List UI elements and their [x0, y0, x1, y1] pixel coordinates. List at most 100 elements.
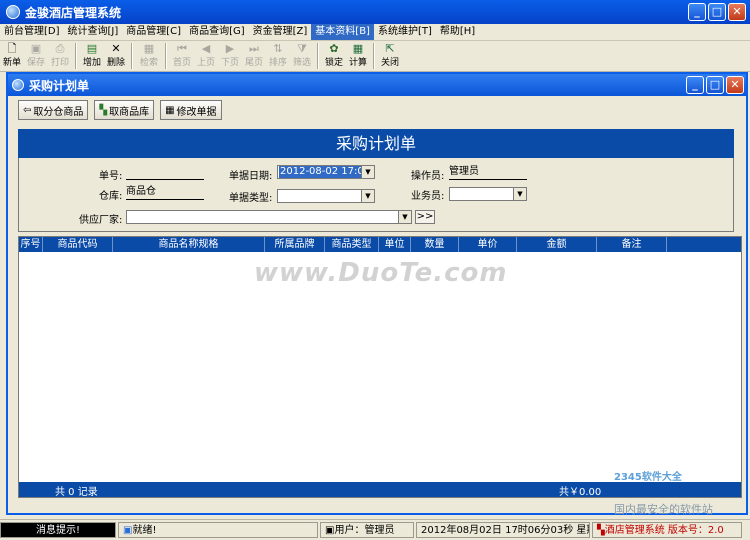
doc-date-value: 2012-08-02 17:05 — [279, 166, 372, 178]
printer-icon: ⎙ — [55, 42, 65, 55]
datetime-panel: 2012年08月02日 17时06分03秒 星期四 — [416, 522, 590, 538]
first-page-icon: ⏮ — [177, 42, 187, 55]
doc-no-field[interactable] — [126, 165, 204, 180]
operator-label: 操作员: — [411, 171, 445, 182]
child-title: 采购计划单 — [29, 78, 90, 93]
next-page-icon: ▶ — [225, 42, 235, 55]
column-header[interactable]: 序号 — [19, 237, 43, 252]
message-panel[interactable]: 消息提示! — [0, 522, 116, 538]
version-panel: ▚酒店管理系统 版本号：2.0 — [592, 522, 742, 538]
column-header[interactable]: 单位 — [379, 237, 411, 252]
column-header[interactable]: 单价 — [459, 237, 517, 252]
menu-goods-query[interactable]: 商品查询[G] — [185, 24, 249, 40]
warehouse-field[interactable]: 商品仓 — [126, 185, 204, 200]
chevron-down-icon[interactable]: ▼ — [398, 211, 411, 223]
supplier-label: 供应厂家: — [79, 215, 123, 226]
doc-date-label: 单据日期: — [229, 171, 273, 182]
filter-button[interactable]: ⧩ 筛选 — [290, 41, 314, 71]
calculator-icon: ▦ — [352, 42, 364, 55]
watermark-duote: www.DuoTe.com — [254, 258, 508, 288]
calc-button[interactable]: ▦ 计算 — [346, 41, 370, 71]
next-page-button[interactable]: ▶ 下页 — [218, 41, 242, 71]
get-branch-goods-button[interactable]: ⇦ 取分仓商品 — [18, 100, 89, 120]
edit-document-button[interactable]: ▦ 修改单据 — [160, 100, 222, 120]
exit-icon: ⇱ — [385, 42, 395, 55]
doc-date-picker[interactable]: 2012-08-02 17:05 ▼ — [277, 165, 375, 179]
close-window-button[interactable]: ⇱ 关闭 — [378, 41, 402, 71]
doc-type-select[interactable]: ▼ — [277, 189, 375, 203]
grid-header: 序号 商品代码 商品名称规格 所属品牌 商品类型 单位 数量 单价 金额 备注 — [19, 237, 741, 252]
watermark-tagline: 国内最安全的软件站 — [614, 503, 713, 516]
supplier-browse-button[interactable]: >> — [415, 210, 435, 224]
column-header[interactable]: 所属品牌 — [265, 237, 325, 252]
ready-panel: ▣就绪! — [118, 522, 318, 538]
lock-button[interactable]: ✿ 锁定 — [322, 41, 346, 71]
doc-type-label: 单据类型: — [229, 193, 273, 204]
menu-goods-manage[interactable]: 商品管理[C] — [122, 24, 185, 40]
status-bar: 消息提示! ▣就绪! ▣用户：管理员 2012年08月02日 17时06分03秒… — [0, 519, 750, 540]
save-icon: ▣ — [30, 42, 42, 55]
save-button[interactable]: ▣ 保存 — [24, 41, 48, 71]
column-header[interactable]: 数量 — [411, 237, 459, 252]
maximize-button[interactable]: □ — [708, 3, 726, 21]
chevron-down-icon[interactable]: ▼ — [513, 188, 526, 200]
check-icon: ▦ — [143, 42, 155, 55]
menu-statistics[interactable]: 统计查询[J] — [64, 24, 123, 40]
add-button[interactable]: ▤ 增加 — [80, 41, 104, 71]
child-close-button[interactable]: ✕ — [726, 76, 744, 94]
user-panel: ▣用户：管理员 — [320, 522, 414, 538]
lock-icon: ✿ — [329, 42, 339, 55]
goods-library-icon: ▚ — [99, 104, 108, 116]
warehouse-label: 仓库: — [99, 191, 123, 202]
menu-funds[interactable]: 资金管理[Z] — [249, 24, 312, 40]
menu-help[interactable]: 帮助[H] — [436, 24, 479, 40]
chevron-down-icon[interactable]: ▼ — [361, 190, 374, 202]
child-maximize-button[interactable]: □ — [706, 76, 724, 94]
menu-front-desk[interactable]: 前台管理[D] — [0, 24, 64, 40]
toolbar-divider — [317, 43, 319, 69]
chevron-down-icon[interactable]: ▼ — [361, 166, 374, 178]
salesman-select[interactable]: ▼ — [449, 187, 527, 201]
column-header[interactable]: 商品名称规格 — [113, 237, 265, 252]
column-header[interactable]: 商品代码 — [43, 237, 113, 252]
menu-system[interactable]: 系统维护[T] — [374, 24, 436, 40]
new-doc-icon: 🗋 — [7, 42, 17, 55]
salesman-label: 业务员: — [411, 191, 445, 202]
column-header[interactable]: 备注 — [597, 237, 667, 252]
toolbar-divider — [75, 43, 77, 69]
minimize-button[interactable]: _ — [688, 3, 706, 21]
get-goods-library-button[interactable]: ▚ 取商品库 — [94, 100, 155, 120]
supplier-select[interactable]: ▼ — [126, 210, 412, 224]
bell-icon: ! — [75, 525, 80, 536]
print-button[interactable]: ⎙ 打印 — [48, 41, 72, 71]
delete-x-icon: ✕ — [111, 42, 121, 55]
close-button[interactable]: ✕ — [728, 3, 746, 21]
action-buttons: ⇦ 取分仓商品 ▚ 取商品库 ▦ 修改单据 — [18, 100, 222, 120]
prev-page-icon: ◀ — [201, 42, 211, 55]
new-button[interactable]: 🗋 新单 — [0, 41, 24, 71]
doc-no-label: 单号: — [99, 171, 123, 182]
purchase-plan-window: 采购计划单 _ □ ✕ ⇦ 取分仓商品 ▚ 取商品库 ▦ 修改单据 采购计划单 单号:… — [6, 72, 748, 515]
form-fields: 单号: 单据日期: 2012-08-02 17:05 ▼ 操作员: 管理员 仓库… — [18, 158, 734, 232]
first-page-button[interactable]: ⏮ 首页 — [170, 41, 194, 71]
sort-icon: ⇅ — [273, 42, 283, 55]
app-title: 金骏酒店管理系统 — [25, 5, 122, 20]
prev-page-button[interactable]: ◀ 上页 — [194, 41, 218, 71]
toolbar: 🗋 新单 ▣ 保存 ⎙ 打印 ▤ 增加 ✕ 删除 ▦ 检索 ⏮ 首页 ◀ 上页 ▶ 下页 ⏭ 尾页 … — [0, 41, 750, 72]
grid-footer: 共 0 记录 共￥0.00 — [19, 482, 741, 498]
child-window-controls: _ □ ✕ — [686, 76, 744, 94]
child-minimize-button[interactable]: _ — [686, 76, 704, 94]
delete-button[interactable]: ✕ 删除 — [104, 41, 128, 71]
add-row-icon: ▤ — [86, 42, 98, 55]
column-header[interactable]: 金额 — [517, 237, 597, 252]
column-header[interactable]: 商品类型 — [325, 237, 379, 252]
sort-button[interactable]: ⇅ 排序 — [266, 41, 290, 71]
menu-bar: 前台管理[D] 统计查询[J] 商品管理[C] 商品查询[G] 资金管理[Z] … — [0, 24, 750, 41]
last-page-button[interactable]: ⏭ 尾页 — [242, 41, 266, 71]
check-button[interactable]: ▦ 检索 — [136, 41, 162, 71]
child-title-bar: 采购计划单 _ □ ✕ — [8, 74, 746, 96]
import-icon: ⇦ — [23, 104, 32, 116]
menu-basic-data[interactable]: 基本资料[B] — [311, 24, 374, 40]
toolbar-divider — [165, 43, 167, 69]
watermark-2345: 2345软件大全 — [614, 472, 682, 483]
